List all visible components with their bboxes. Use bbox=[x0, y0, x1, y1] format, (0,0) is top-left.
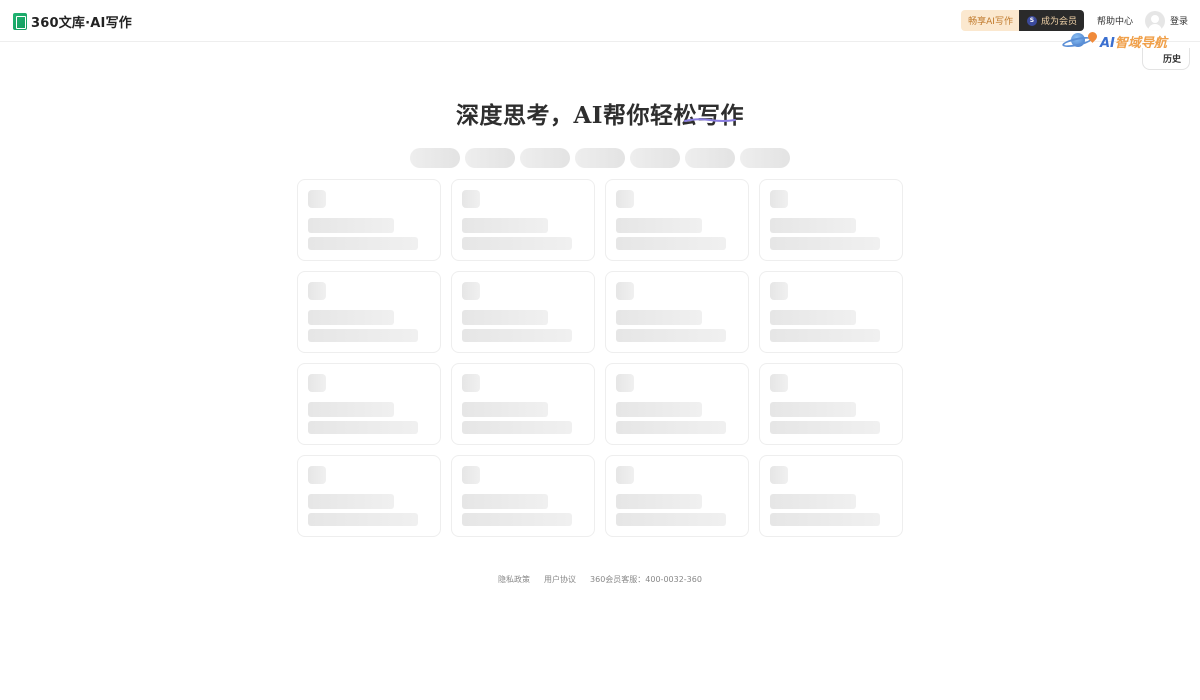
card-text-placeholder bbox=[308, 421, 418, 434]
card-icon-placeholder bbox=[616, 282, 634, 300]
card-text-placeholder bbox=[616, 218, 702, 233]
template-card-placeholder bbox=[297, 363, 441, 445]
template-card-placeholder bbox=[451, 179, 595, 261]
template-card-placeholder bbox=[451, 455, 595, 537]
category-tab-placeholder bbox=[520, 148, 570, 168]
card-text-placeholder bbox=[308, 402, 394, 417]
card-text-placeholder bbox=[462, 402, 548, 417]
privacy-policy-link[interactable]: 隐私政策 bbox=[498, 574, 530, 585]
template-card-placeholder bbox=[297, 455, 441, 537]
template-card-placeholder bbox=[759, 363, 903, 445]
card-icon-placeholder bbox=[770, 374, 788, 392]
card-text-placeholder bbox=[308, 218, 394, 233]
card-icon-placeholder bbox=[308, 374, 326, 392]
card-text-placeholder bbox=[308, 494, 394, 509]
card-text-placeholder bbox=[462, 310, 548, 325]
card-icon-placeholder bbox=[770, 466, 788, 484]
category-tab-placeholder bbox=[740, 148, 790, 168]
page-title: 深度思考，AI帮你轻松写作 bbox=[455, 102, 745, 129]
template-card-placeholder bbox=[451, 363, 595, 445]
category-tab-placeholder bbox=[630, 148, 680, 168]
card-text-placeholder bbox=[462, 218, 548, 233]
category-tabs-skeleton bbox=[410, 148, 790, 168]
card-text-placeholder bbox=[616, 237, 726, 250]
login-link[interactable]: 登录 bbox=[1170, 14, 1188, 27]
card-text-placeholder bbox=[770, 513, 880, 526]
card-text-placeholder bbox=[770, 218, 856, 233]
site-logo[interactable]: 360文库·AI写作 bbox=[13, 11, 132, 31]
card-text-placeholder bbox=[462, 494, 548, 509]
card-text-placeholder bbox=[308, 513, 418, 526]
card-text-placeholder bbox=[462, 329, 572, 342]
card-text-placeholder bbox=[616, 402, 702, 417]
logo-icon bbox=[13, 12, 27, 30]
card-text-placeholder bbox=[616, 421, 726, 434]
card-icon-placeholder bbox=[616, 190, 634, 208]
card-icon-placeholder bbox=[770, 190, 788, 208]
user-agreement-link[interactable]: 用户协议 bbox=[544, 574, 576, 585]
template-card-placeholder bbox=[297, 179, 441, 261]
card-text-placeholder bbox=[308, 310, 394, 325]
category-tab-placeholder bbox=[575, 148, 625, 168]
card-text-placeholder bbox=[770, 402, 856, 417]
template-card-placeholder bbox=[605, 455, 749, 537]
card-text-placeholder bbox=[616, 329, 726, 342]
card-icon-placeholder bbox=[462, 374, 480, 392]
card-text-placeholder bbox=[462, 421, 572, 434]
card-icon-placeholder bbox=[462, 466, 480, 484]
card-text-placeholder bbox=[616, 494, 702, 509]
card-text-placeholder bbox=[308, 329, 418, 342]
become-member-button[interactable]: S 成为会员 bbox=[1018, 10, 1084, 31]
template-card-placeholder bbox=[297, 271, 441, 353]
globe-pin-icon bbox=[1061, 30, 1099, 50]
card-icon-placeholder bbox=[308, 282, 326, 300]
template-card-placeholder bbox=[759, 455, 903, 537]
become-member-label: 成为会员 bbox=[1040, 17, 1077, 27]
card-text-placeholder bbox=[462, 513, 572, 526]
card-icon-placeholder bbox=[462, 190, 480, 208]
card-text-placeholder bbox=[462, 237, 572, 250]
help-center-link[interactable]: 帮助中心 bbox=[1097, 14, 1133, 27]
card-text-placeholder bbox=[770, 421, 880, 434]
history-button[interactable]: 历史 bbox=[1142, 48, 1190, 70]
template-card-placeholder bbox=[605, 179, 749, 261]
category-tab-placeholder bbox=[685, 148, 735, 168]
template-cards-grid bbox=[297, 179, 903, 537]
card-text-placeholder bbox=[770, 494, 856, 509]
footer: 隐私政策 用户协议 360会员客服：400-0032-360 bbox=[0, 574, 1200, 585]
template-card-placeholder bbox=[759, 271, 903, 353]
header-right-nav: 畅享AI写作 S 成为会员 帮助中心 登录 bbox=[961, 10, 1188, 31]
template-card-placeholder bbox=[605, 363, 749, 445]
enjoy-ai-writing-button[interactable]: 畅享AI写作 bbox=[961, 10, 1020, 31]
title-underline-decoration bbox=[684, 118, 736, 122]
template-card-placeholder bbox=[605, 271, 749, 353]
card-text-placeholder bbox=[616, 513, 726, 526]
card-text-placeholder bbox=[616, 310, 702, 325]
top-header: 360文库·AI写作 畅享AI写作 S 成为会员 帮助中心 登录 bbox=[0, 0, 1200, 42]
customer-service-text: 360会员客服：400-0032-360 bbox=[590, 575, 702, 584]
card-icon-placeholder bbox=[308, 466, 326, 484]
category-tab-placeholder bbox=[410, 148, 460, 168]
card-icon-placeholder bbox=[770, 282, 788, 300]
card-icon-placeholder bbox=[308, 190, 326, 208]
template-card-placeholder bbox=[759, 179, 903, 261]
category-tab-placeholder bbox=[465, 148, 515, 168]
card-text-placeholder bbox=[308, 237, 418, 250]
card-text-placeholder bbox=[770, 329, 880, 342]
card-icon-placeholder bbox=[462, 282, 480, 300]
template-card-placeholder bbox=[451, 271, 595, 353]
avatar-icon[interactable] bbox=[1144, 10, 1165, 31]
card-icon-placeholder bbox=[616, 374, 634, 392]
logo-text: 360文库·AI写作 bbox=[31, 15, 132, 31]
card-text-placeholder bbox=[770, 237, 880, 250]
card-icon-placeholder bbox=[616, 466, 634, 484]
member-icon: S bbox=[1026, 15, 1037, 26]
card-text-placeholder bbox=[770, 310, 856, 325]
